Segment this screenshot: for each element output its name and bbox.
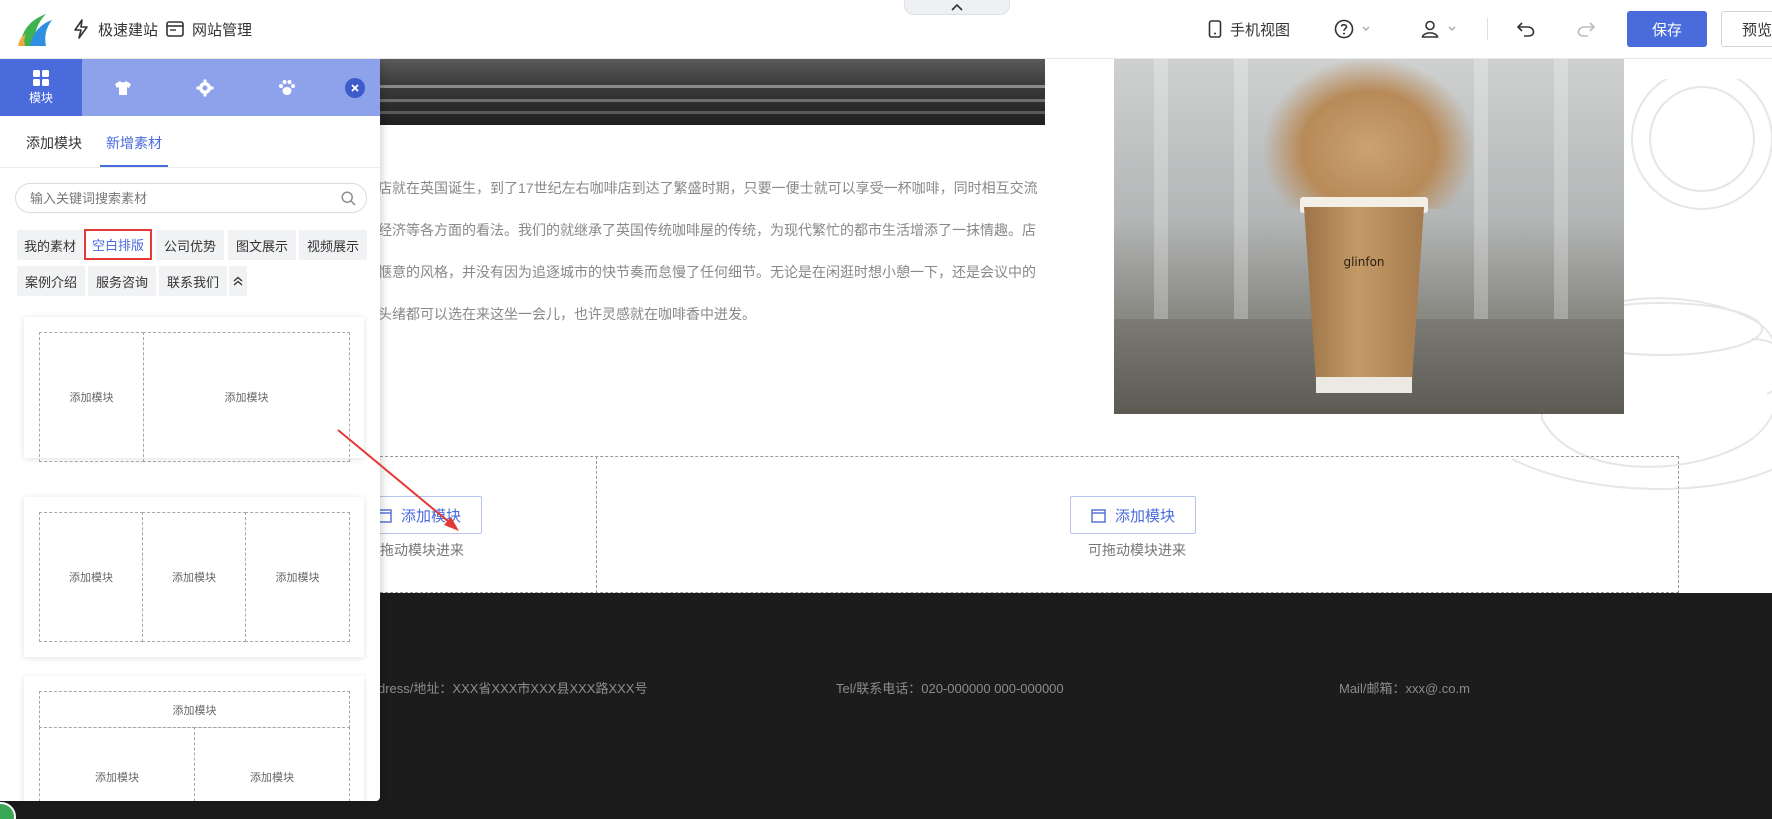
caret-down-icon <box>1362 26 1370 31</box>
tab-add-module[interactable]: 添加模块 <box>26 133 82 153</box>
coffee-splash <box>1264 59 1474 209</box>
add-window-icon <box>1091 508 1106 523</box>
layout-template-two-column[interactable]: 添加模块 添加模块 <box>24 317 364 462</box>
machine-grate-rail <box>330 111 1045 114</box>
layout-cell: 添加模块 <box>39 512 143 642</box>
site-manage-button[interactable]: 网站管理 <box>166 18 252 40</box>
account-dropdown[interactable] <box>1420 18 1456 40</box>
about-paragraph[interactable]: 店就在英国诞生，到了17世纪左右咖啡店到达了繁盛时期，只要一便士就可以享受一杯咖… <box>378 167 1038 335</box>
background-stripe <box>1234 59 1248 324</box>
layout-cell: 添加模块 <box>194 727 350 801</box>
layout-cell: 添加模块 <box>143 332 350 462</box>
category-company-advantage[interactable]: 公司优势 <box>156 230 224 260</box>
material-panel: 模块 添加模块 新增素材 我的素材 空白排版 公司优势 图文展示 视频展示 案例… <box>0 59 380 801</box>
collapse-categories-button[interactable] <box>229 266 247 296</box>
add-module-button-right[interactable]: 添加模块 <box>1070 496 1197 534</box>
lightning-icon <box>74 19 88 39</box>
close-icon <box>351 84 359 92</box>
double-chevron-up-icon <box>233 276 243 286</box>
layout-cell: 添加模块 <box>245 512 350 642</box>
app-logo <box>18 14 52 46</box>
category-video[interactable]: 视频展示 <box>299 230 367 260</box>
cup-brand-text: glinfon <box>1343 255 1385 269</box>
machine-grate-rail <box>330 99 1045 102</box>
background-stripe <box>1554 59 1568 324</box>
footer-address: dress/地址：XXX省XXX市XXX县XXX路XXX号 <box>378 681 648 696</box>
cup-base <box>1316 377 1412 393</box>
category-service-consult[interactable]: 服务咨询 <box>88 266 156 296</box>
top-toolbar: 极速建站 网站管理 手机视图 保存 预览 <box>0 0 1772 59</box>
save-button[interactable]: 保存 <box>1627 11 1707 47</box>
user-icon <box>1421 20 1439 38</box>
search-icon[interactable] <box>341 191 356 206</box>
material-search-box[interactable] <box>15 183 367 213</box>
undo-icon <box>1516 22 1535 37</box>
chevron-up-icon <box>951 3 963 11</box>
coffee-cup-image[interactable]: glinfon <box>1114 59 1624 414</box>
paper-cup <box>1304 207 1424 382</box>
tab-modules-label: 模块 <box>28 91 53 105</box>
about-line: 惬意的风格，并没有因为追逐城市的快节奏而怠慢了任何细节。无论是在闲逛时想小憩一下… <box>378 264 1036 280</box>
category-contact-us[interactable]: 联系我们 <box>159 266 227 296</box>
category-blank-layout[interactable]: 空白排版 <box>84 229 152 260</box>
active-tab-underline <box>100 165 168 167</box>
help-icon <box>1334 19 1354 39</box>
layout-cell: 添加模块 <box>142 512 246 642</box>
tab-theme[interactable] <box>82 59 164 116</box>
browser-window-icon <box>166 21 184 37</box>
layout-cell: 添加模块 <box>39 727 195 801</box>
caret-down-icon <box>1448 26 1456 31</box>
help-dropdown[interactable] <box>1334 18 1370 40</box>
column-divider <box>596 456 597 593</box>
material-search-input[interactable] <box>30 190 330 206</box>
footer-tel: Tel/联系电话：020-000000 000-000000 <box>836 681 1064 696</box>
category-my-material[interactable]: 我的素材 <box>17 230 83 260</box>
tab-plugins[interactable] <box>246 59 328 116</box>
layout-template-three-column[interactable]: 添加模块 添加模块 添加模块 <box>24 497 364 657</box>
tab-modules[interactable]: 模块 <box>0 59 82 116</box>
layout-template-header-two-column[interactable]: 添加模块 添加模块 添加模块 <box>24 676 364 801</box>
background-stripe <box>1154 59 1168 324</box>
about-line: 店就在英国诞生，到了17世纪左右咖啡店到达了繁盛时期，只要一便士就可以享受一杯咖… <box>378 180 1038 196</box>
gear-icon <box>196 79 214 96</box>
shirt-icon <box>115 80 131 95</box>
panel-header: 模块 <box>0 59 380 116</box>
category-cases[interactable]: 案例介绍 <box>17 266 85 296</box>
coffee-machine-image[interactable] <box>330 59 1045 125</box>
mobile-view-button[interactable]: 手机视图 <box>1208 18 1290 40</box>
quick-build-button[interactable]: 极速建站 <box>72 18 158 40</box>
background-stripe <box>1474 59 1488 324</box>
undo-button[interactable] <box>1516 18 1536 40</box>
grid-icon <box>33 70 49 86</box>
close-panel-button[interactable] <box>345 78 365 98</box>
tab-settings[interactable] <box>164 59 246 116</box>
quick-build-label: 极速建站 <box>98 21 159 39</box>
drag-hint-right: 可拖动模块进来 <box>1088 542 1186 558</box>
add-module-label: 添加模块 <box>401 507 462 525</box>
panel-sub-tabs: 添加模块 新增素材 <box>0 116 380 168</box>
redo-icon <box>1577 22 1596 37</box>
phone-icon <box>1208 20 1222 38</box>
about-line: 经济等各方面的看法。我们的就继承了英国传统咖啡屋的传统，为现代繁忙的都市生活增添… <box>378 222 1036 238</box>
blank-layout-row[interactable] <box>330 456 1679 593</box>
tab-new-material[interactable]: 新增素材 <box>106 133 162 153</box>
preview-button[interactable]: 预览 <box>1721 11 1772 47</box>
about-line: 头绪都可以选在来这坐一会儿，也许灵感就在咖啡香中迸发。 <box>378 306 756 322</box>
machine-grate-rail <box>330 85 1045 88</box>
footer-mail: Mail/邮箱：xxx@.co.m <box>1339 681 1470 696</box>
drag-hint-left: 拖动模块进来 <box>380 542 464 558</box>
redo-button[interactable] <box>1576 18 1596 40</box>
collapse-toolbar-toggle[interactable] <box>904 0 1010 15</box>
paw-icon <box>279 80 295 95</box>
add-module-label: 添加模块 <box>1115 507 1176 525</box>
category-image-text[interactable]: 图文展示 <box>228 230 296 260</box>
toolbar-divider <box>1487 18 1488 40</box>
site-manage-label: 网站管理 <box>192 21 253 39</box>
layout-cell: 添加模块 <box>39 691 350 728</box>
layout-cell: 添加模块 <box>39 332 144 462</box>
mobile-view-label: 手机视图 <box>1230 21 1291 39</box>
